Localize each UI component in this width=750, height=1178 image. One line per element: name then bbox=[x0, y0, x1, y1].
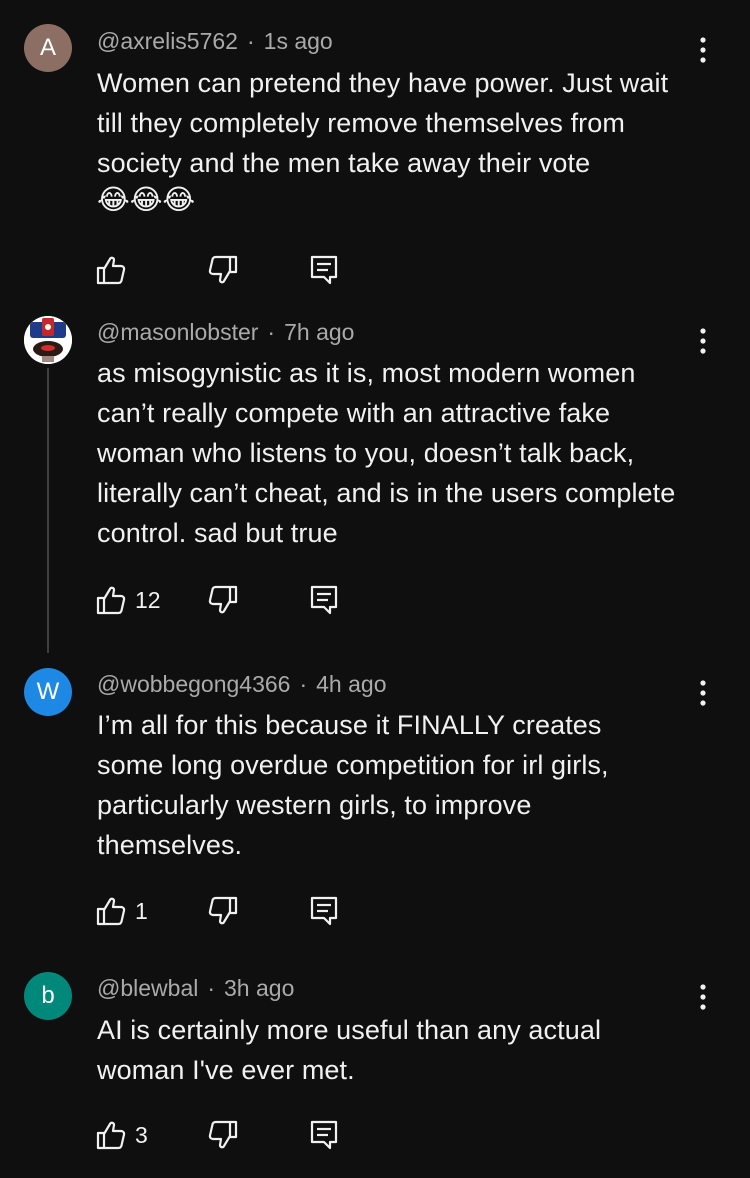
thumb-up-icon bbox=[96, 256, 126, 285]
comment-actions bbox=[95, 252, 395, 288]
separator-dot: · bbox=[299, 671, 308, 697]
thumb-down-icon bbox=[208, 1120, 238, 1149]
avatar[interactable]: W bbox=[24, 668, 72, 716]
dislike-button[interactable] bbox=[207, 582, 239, 618]
avatar-image bbox=[24, 316, 72, 364]
comment-meta: @blewbal · 3h ago bbox=[97, 975, 294, 1002]
dislike-button[interactable] bbox=[207, 893, 239, 929]
comment-actions: 3 bbox=[95, 1117, 395, 1153]
avatar-letter: A bbox=[39, 34, 56, 61]
like-button[interactable] bbox=[95, 252, 135, 288]
reply-button[interactable] bbox=[309, 1117, 339, 1153]
reply-icon bbox=[310, 255, 338, 285]
more-vert-icon bbox=[700, 984, 706, 1010]
comment-text: Women can pretend they have power. Just … bbox=[97, 68, 676, 178]
comment-author[interactable]: @blewbal bbox=[97, 975, 198, 1001]
reply-icon bbox=[310, 896, 338, 926]
comment-actions: 12 bbox=[95, 582, 395, 618]
thumb-up-icon bbox=[96, 1121, 126, 1150]
comment-author[interactable]: @wobbegong4366 bbox=[97, 671, 290, 697]
comment-time[interactable]: 3h ago bbox=[224, 975, 294, 1001]
comment-emoji: 😂😂😂 bbox=[97, 183, 195, 216]
thumb-down-icon bbox=[208, 255, 238, 284]
avatar[interactable]: b bbox=[24, 972, 72, 1020]
comment-text: I’m all for this because it FINALLY crea… bbox=[97, 710, 617, 860]
separator-dot: · bbox=[246, 28, 255, 54]
reply-icon bbox=[310, 585, 338, 615]
thumb-down-icon bbox=[208, 585, 238, 614]
like-count: 3 bbox=[135, 1121, 148, 1148]
comment-text: AI is certainly more useful than any act… bbox=[97, 1015, 609, 1085]
comment-meta: @axrelis5762 · 1s ago bbox=[97, 28, 333, 55]
thumb-up-icon bbox=[96, 897, 126, 926]
like-button[interactable]: 3 bbox=[95, 1117, 148, 1153]
comment-menu-button[interactable] bbox=[688, 979, 718, 1015]
avatar-letter: W bbox=[36, 678, 60, 705]
comment-author[interactable]: @axrelis5762 bbox=[97, 28, 238, 54]
reply-icon bbox=[310, 1120, 338, 1150]
avatar-letter: b bbox=[41, 982, 55, 1009]
more-vert-icon bbox=[700, 37, 706, 63]
thumb-down-icon bbox=[208, 896, 238, 925]
comment-time[interactable]: 4h ago bbox=[316, 671, 386, 697]
thread-line bbox=[47, 368, 49, 653]
like-count: 1 bbox=[135, 897, 148, 924]
laughing-emoji: 😂😂😂 bbox=[97, 184, 196, 215]
comment-text: as misogynistic as it is, most modern wo… bbox=[97, 358, 683, 548]
dislike-button[interactable] bbox=[207, 1117, 239, 1153]
avatar[interactable]: A bbox=[24, 24, 72, 72]
like-button[interactable]: 12 bbox=[95, 582, 161, 618]
separator-dot: · bbox=[267, 319, 276, 345]
more-vert-icon bbox=[700, 680, 706, 706]
dislike-button[interactable] bbox=[207, 252, 239, 288]
like-count: 12 bbox=[135, 586, 161, 613]
comment-actions: 1 bbox=[95, 893, 395, 929]
reply-button[interactable] bbox=[309, 252, 339, 288]
thumb-up-icon bbox=[96, 586, 126, 615]
separator-dot: · bbox=[207, 975, 216, 1001]
reply-button[interactable] bbox=[309, 893, 339, 929]
comment-time[interactable]: 7h ago bbox=[284, 319, 354, 345]
like-button[interactable]: 1 bbox=[95, 893, 148, 929]
comment-meta: @wobbegong4366 · 4h ago bbox=[97, 671, 387, 698]
comment-author[interactable]: @masonlobster bbox=[97, 319, 258, 345]
comment-time[interactable]: 1s ago bbox=[264, 28, 333, 54]
avatar[interactable] bbox=[24, 316, 72, 364]
comment-menu-button[interactable] bbox=[688, 675, 718, 711]
reply-button[interactable] bbox=[309, 582, 339, 618]
comment-menu-button[interactable] bbox=[688, 323, 718, 359]
comment-meta: @masonlobster · 7h ago bbox=[97, 319, 354, 346]
more-vert-icon bbox=[700, 328, 706, 354]
comment-menu-button[interactable] bbox=[688, 32, 718, 68]
